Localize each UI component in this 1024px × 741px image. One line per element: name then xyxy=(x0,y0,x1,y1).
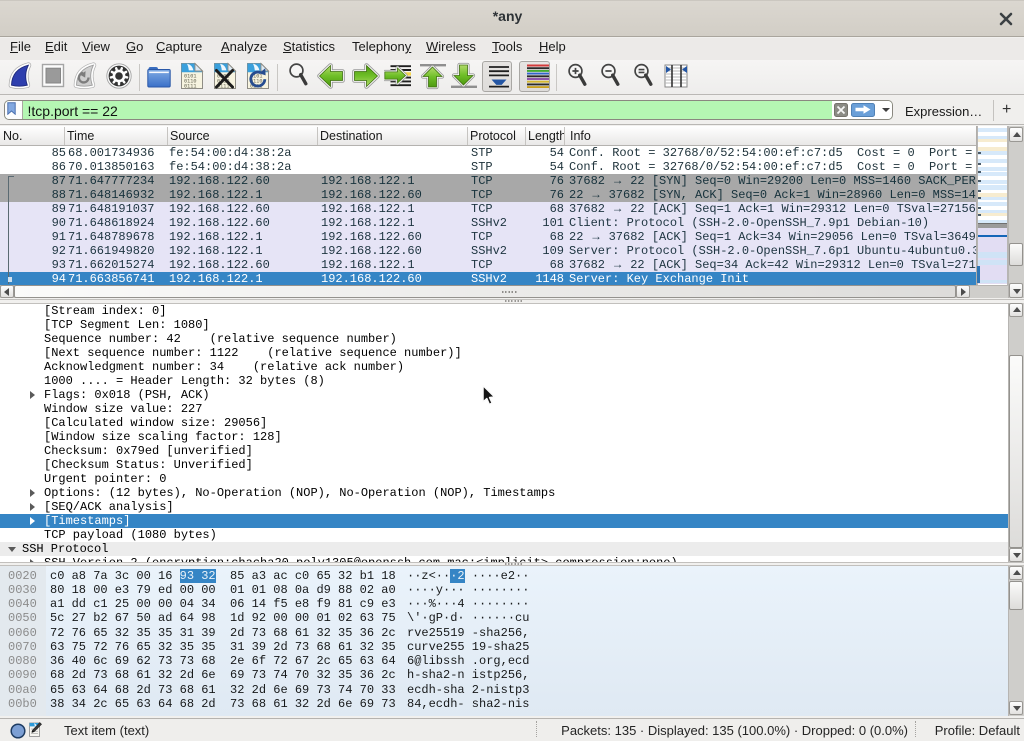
svg-text:0111: 0111 xyxy=(184,84,196,90)
